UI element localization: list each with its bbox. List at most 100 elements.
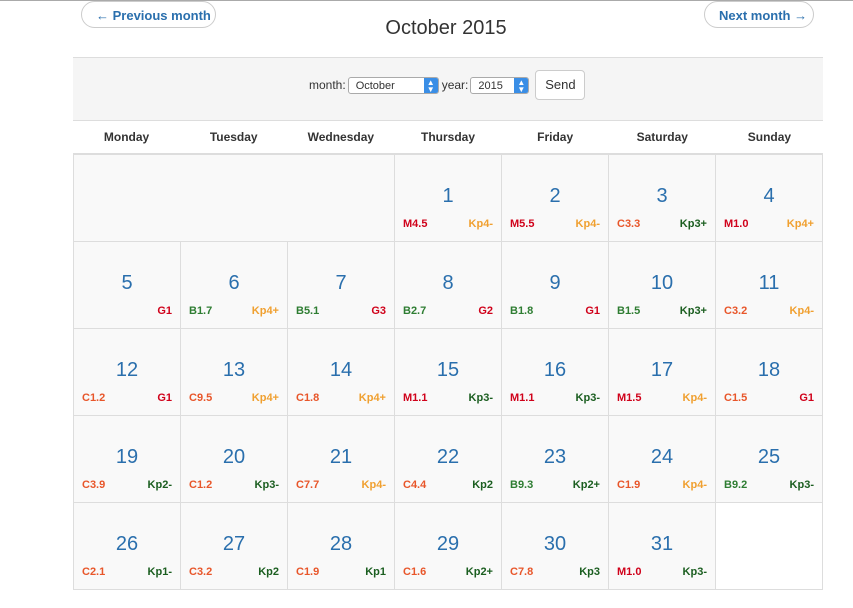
- day-cell-12[interactable]: 12 C1.2 G1: [74, 329, 181, 416]
- previous-month-button[interactable]: ← Previous month: [81, 1, 216, 28]
- day-cell-7[interactable]: 7 B5.1 G3: [288, 242, 395, 329]
- day-cell-1[interactable]: 1 M4.5 Kp4-: [395, 155, 502, 242]
- day-number: 27: [222, 533, 246, 555]
- flare-class: C2.1: [82, 566, 106, 578]
- empty-day-cell: [716, 503, 823, 590]
- weekday-friday: Friday: [537, 130, 574, 144]
- day-cell-14[interactable]: 14 C1.8 Kp4+: [288, 329, 395, 416]
- day-number: 4: [763, 185, 775, 207]
- kp-index: Kp4-: [361, 479, 386, 491]
- day-cell-19[interactable]: 19 C3.9 Kp2-: [74, 416, 181, 503]
- flare-class: C1.8: [296, 392, 320, 404]
- day-number: 14: [329, 359, 353, 381]
- kp-index: Kp3+: [679, 305, 707, 317]
- day-number: 21: [329, 446, 353, 468]
- day-cell-22[interactable]: 22 C4.4 Kp2: [395, 416, 502, 503]
- day-cell-4[interactable]: 4 M1.0 Kp4+: [716, 155, 823, 242]
- weekday-saturday: Saturday: [636, 130, 688, 144]
- flare-class: C1.9: [617, 479, 641, 491]
- day-cell-23[interactable]: 23 B9.3 Kp2+: [502, 416, 609, 503]
- kp-index: Kp2: [258, 566, 279, 578]
- year-select[interactable]: 2015 ▲ ▼: [470, 76, 530, 94]
- day-cell-13[interactable]: 13 C9.5 Kp4+: [181, 329, 288, 416]
- day-number: 31: [650, 533, 674, 555]
- day-cell-5[interactable]: 5 G1: [74, 242, 181, 329]
- kp-index: G1: [157, 392, 172, 404]
- day-number: 28: [329, 533, 353, 555]
- updown-arrows-icon: ▲ ▼: [423, 77, 438, 93]
- flare-class: B5.1: [296, 305, 320, 317]
- kp-index: Kp3-: [789, 479, 814, 491]
- day-cell-21[interactable]: 21 C7.7 Kp4-: [288, 416, 395, 503]
- day-cell-30[interactable]: 30 C7.8 Kp3: [502, 503, 609, 590]
- day-cell-25[interactable]: 25 B9.2 Kp3-: [716, 416, 823, 503]
- empty-day-cell: [74, 155, 395, 242]
- day-number: 3: [656, 185, 668, 207]
- weekday-thursday: Thursday: [420, 130, 475, 144]
- kp-index: Kp2+: [465, 566, 493, 578]
- page-title: October 2015: [385, 17, 507, 39]
- year-select-value: 2015: [478, 79, 503, 92]
- day-cell-18[interactable]: 18 C1.5 G1: [716, 329, 823, 416]
- flare-class: C1.6: [403, 566, 427, 578]
- day-cell-15[interactable]: 15 M1.1 Kp3-: [395, 329, 502, 416]
- day-cell-10[interactable]: 10 B1.5 Kp3+: [609, 242, 716, 329]
- month-label: month:: [309, 78, 346, 92]
- day-number: 19: [115, 446, 139, 468]
- day-cell-28[interactable]: 28 C1.9 Kp1: [288, 503, 395, 590]
- day-cell-31[interactable]: 31 M1.0 Kp3-: [609, 503, 716, 590]
- kp-index: Kp4-: [682, 392, 707, 404]
- kp-index: Kp4+: [358, 392, 386, 404]
- next-month-button[interactable]: Next month →: [704, 1, 814, 28]
- day-number: 10: [650, 272, 674, 294]
- day-cell-8[interactable]: 8 B2.7 G2: [395, 242, 502, 329]
- day-cell-6[interactable]: 6 B1.7 Kp4+: [181, 242, 288, 329]
- kp-index: Kp2-: [147, 479, 172, 491]
- flare-class: C7.7: [296, 479, 320, 491]
- kp-index: G3: [371, 305, 386, 317]
- day-cell-26[interactable]: 26 C2.1 Kp1-: [74, 503, 181, 590]
- day-number: 15: [436, 359, 460, 381]
- kp-index: Kp1: [365, 566, 386, 578]
- kp-index: G1: [157, 305, 172, 317]
- day-number: 12: [115, 359, 139, 381]
- flare-class: B1.8: [510, 305, 534, 317]
- day-number: 25: [757, 446, 781, 468]
- day-number: 26: [115, 533, 139, 555]
- day-number: 23: [543, 446, 567, 468]
- flare-class: M5.5: [510, 218, 535, 230]
- flare-class: C9.5: [189, 392, 213, 404]
- flare-class: C1.9: [296, 566, 320, 578]
- kp-index: Kp3-: [468, 392, 493, 404]
- kp-index: Kp4+: [786, 218, 814, 230]
- day-cell-2[interactable]: 2 M5.5 Kp4-: [502, 155, 609, 242]
- day-number: 24: [650, 446, 674, 468]
- kp-index: Kp4-: [575, 218, 600, 230]
- flare-class: C1.5: [724, 392, 748, 404]
- day-cell-3[interactable]: 3 C3.3 Kp3+: [609, 155, 716, 242]
- day-cell-20[interactable]: 20 C1.2 Kp3-: [181, 416, 288, 503]
- day-number: 17: [650, 359, 674, 381]
- month-select[interactable]: October ▲ ▼: [347, 76, 439, 94]
- flare-class: B9.2: [724, 479, 748, 491]
- flare-class: M1.1: [510, 392, 535, 404]
- day-cell-27[interactable]: 27 C3.2 Kp2: [181, 503, 288, 590]
- day-cell-17[interactable]: 17 M1.5 Kp4-: [609, 329, 716, 416]
- day-cell-11[interactable]: 11 C3.2 Kp4-: [716, 242, 823, 329]
- day-cell-16[interactable]: 16 M1.1 Kp3-: [502, 329, 609, 416]
- updown-arrows-icon: ▲ ▼: [514, 77, 529, 93]
- flare-class: C1.2: [82, 392, 106, 404]
- day-number: 22: [436, 446, 460, 468]
- day-cell-9[interactable]: 9 B1.8 G1: [502, 242, 609, 329]
- flare-class: B2.7: [403, 305, 427, 317]
- day-cell-29[interactable]: 29 C1.6 Kp2+: [395, 503, 502, 590]
- day-number: 6: [228, 272, 240, 294]
- flare-class: M1.5: [617, 392, 642, 404]
- kp-index: G1: [585, 305, 600, 317]
- send-button[interactable]: Send: [535, 70, 586, 100]
- kp-index: Kp4+: [251, 305, 279, 317]
- flare-class: C3.2: [189, 566, 213, 578]
- day-cell-24[interactable]: 24 C1.9 Kp4-: [609, 416, 716, 503]
- flare-class: C7.8: [510, 566, 534, 578]
- day-number: 16: [543, 359, 567, 381]
